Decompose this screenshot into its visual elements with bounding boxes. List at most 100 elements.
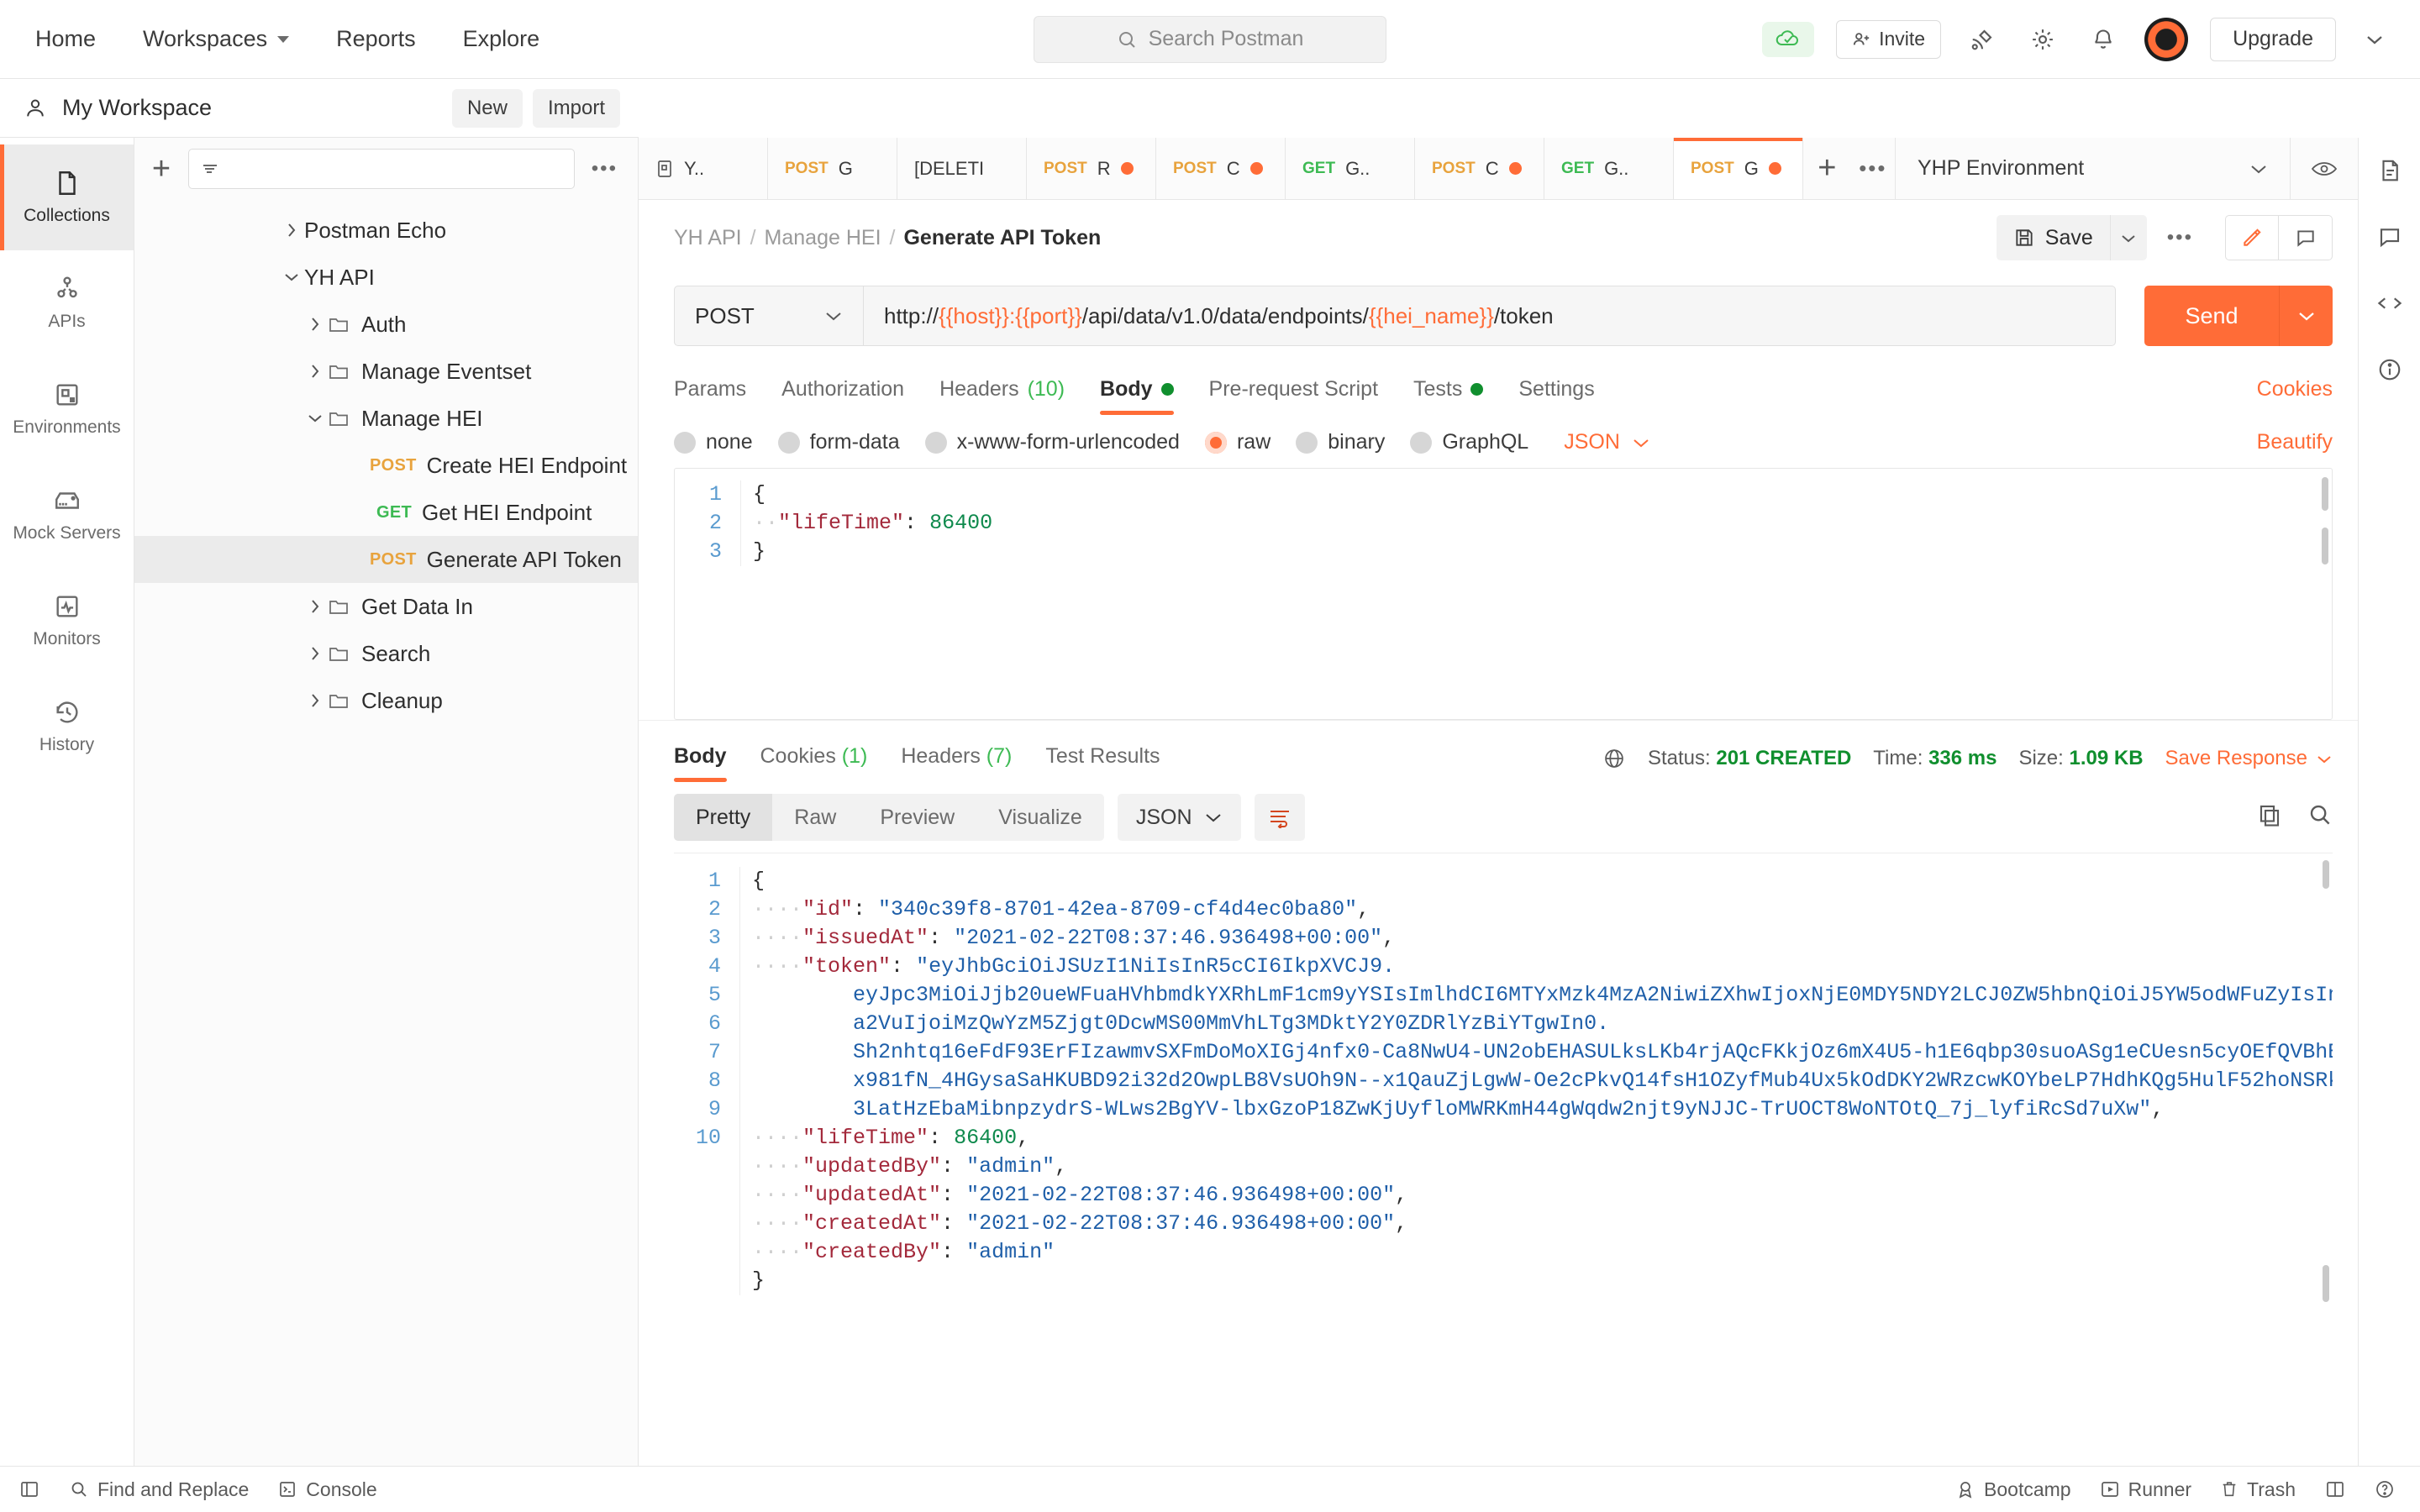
request-tab-0[interactable]: Y.. — [639, 138, 768, 199]
body-type-raw[interactable]: raw — [1204, 430, 1270, 454]
response-tab-headers[interactable]: Headers (7) — [901, 744, 1012, 782]
wrap-lines-button[interactable] — [1254, 794, 1305, 841]
sidebar-item-apis[interactable]: APIs — [0, 250, 134, 356]
request-tab-3[interactable]: POST R — [1027, 138, 1156, 199]
tab-params[interactable]: Params — [674, 377, 746, 415]
tree-row-postman-echo[interactable]: Postman Echo — [134, 207, 638, 254]
url-input[interactable]: http://{{host}}: {{port}}/api/data/v1.0/d… — [863, 286, 2116, 346]
tree-row-yh-api[interactable]: YH API — [134, 254, 638, 301]
new-button[interactable]: New — [451, 88, 523, 128]
body-type-binary[interactable]: binary — [1296, 430, 1385, 454]
response-tab-body[interactable]: Body — [674, 744, 727, 782]
help-button[interactable] — [2375, 1479, 2395, 1499]
tree-row-manage-eventset[interactable]: Manage Eventset — [134, 348, 638, 395]
tree-row-create-hei-endpoint[interactable]: POST Create HEI Endpoint — [134, 442, 638, 489]
cookies-link[interactable]: Cookies — [2257, 377, 2333, 415]
tree-row-search[interactable]: Search — [134, 630, 638, 677]
comments-button[interactable] — [2279, 215, 2333, 260]
tree-row-manage-hei[interactable]: Manage HEI — [134, 395, 638, 442]
view-mode-preview[interactable]: Preview — [858, 794, 976, 841]
edit-button[interactable] — [2225, 215, 2279, 260]
request-tab-5[interactable]: GET G.. — [1286, 138, 1415, 199]
sidebar-item-monitors[interactable]: Monitors — [0, 568, 134, 674]
save-response-button[interactable]: Save Response — [2165, 747, 2333, 770]
save-options-button[interactable] — [2109, 215, 2147, 260]
sidebar-toggle-button[interactable] — [18, 1479, 40, 1499]
request-tab-8[interactable]: POST G — [1674, 138, 1803, 199]
body-type-form-data[interactable]: form-data — [777, 430, 900, 454]
beautify-button[interactable]: Beautify — [2257, 430, 2333, 454]
save-button[interactable]: Save — [1996, 215, 2110, 260]
nav-item-explore[interactable]: Explore — [463, 26, 540, 52]
request-editor-scrollbar[interactable] — [2322, 477, 2328, 511]
view-mode-pretty[interactable]: Pretty — [674, 794, 773, 841]
request-more-button[interactable]: ••• — [2162, 226, 2198, 249]
response-tab-cookies[interactable]: Cookies (1) — [760, 744, 868, 782]
body-type-urlencoded[interactable]: x-www-form-urlencoded — [924, 430, 1180, 454]
user-avatar[interactable] — [2144, 17, 2189, 61]
collections-more-button[interactable]: ••• — [587, 157, 623, 181]
breadcrumb-part-1[interactable]: Manage HEI — [765, 226, 881, 250]
new-tab-button[interactable]: + — [1803, 138, 1851, 199]
tree-row-get-data-in[interactable]: Get Data In — [134, 583, 638, 630]
layout-toggle-button[interactable] — [2324, 1479, 2346, 1499]
request-tab-4[interactable]: POST C — [1156, 138, 1286, 199]
method-select[interactable]: POST — [674, 286, 863, 346]
satellite-button[interactable] — [1963, 20, 2002, 59]
sidebar-item-environments[interactable]: Environments — [0, 356, 134, 462]
environment-selector[interactable]: YHP Environment — [1895, 138, 2290, 199]
find-and-replace-button[interactable]: Find and Replace — [69, 1478, 249, 1501]
global-search-input[interactable]: Search Postman — [1034, 15, 1386, 63]
code-snippet-button[interactable] — [2376, 291, 2403, 322]
account-menu-button[interactable] — [2358, 18, 2391, 61]
tab-settings[interactable]: Settings — [1518, 377, 1594, 415]
body-type-none[interactable]: none — [674, 430, 753, 454]
request-code[interactable]: {··"lifeTime": 86400} — [740, 480, 2332, 566]
search-response-button[interactable] — [2307, 802, 2333, 833]
bootcamp-button[interactable]: Bootcamp — [1955, 1478, 2071, 1501]
import-button[interactable]: Import — [532, 88, 620, 128]
tab-headers[interactable]: Headers (10) — [939, 377, 1065, 415]
request-tab-1[interactable]: POST G — [768, 138, 897, 199]
documentation-button[interactable] — [2377, 158, 2402, 189]
sidebar-item-history[interactable]: History — [0, 674, 134, 780]
response-body-viewer[interactable]: 1 2 3 4 5 6 7 8 9 10 {····"id": "340c39f8-8701-42… — [674, 853, 2333, 1457]
response-format-select[interactable]: JSON — [1117, 794, 1241, 841]
view-mode-raw[interactable]: Raw — [772, 794, 858, 841]
environment-quick-look-button[interactable] — [2290, 138, 2358, 199]
response-tab-test-results[interactable]: Test Results — [1045, 744, 1160, 782]
request-body-editor[interactable]: 123 {··"lifeTime": 86400} — [674, 468, 2333, 720]
tree-row-auth[interactable]: Auth — [134, 301, 638, 348]
nav-item-home[interactable]: Home — [35, 26, 96, 52]
body-type-graphql[interactable]: GraphQL — [1410, 430, 1528, 454]
collections-filter-input[interactable] — [188, 149, 575, 189]
sidebar-item-mock-servers[interactable]: Mock Servers — [0, 462, 134, 568]
tree-row-get-hei-endpoint[interactable]: GET Get HEI Endpoint — [134, 489, 638, 536]
response-editor-scrollbar-thumb-top[interactable] — [2323, 860, 2329, 889]
upgrade-button[interactable]: Upgrade — [2210, 17, 2336, 61]
request-tab-7[interactable]: GET G.. — [1544, 138, 1674, 199]
breadcrumb-part-0[interactable]: YH API — [674, 226, 742, 250]
settings-button[interactable] — [2023, 20, 2062, 59]
response-code[interactable]: {····"id": "340c39f8-8701-42ea-8709-cf4d… — [739, 867, 2333, 1295]
workspace-name[interactable]: My Workspace — [62, 95, 212, 121]
tree-row-cleanup[interactable]: Cleanup — [134, 677, 638, 724]
info-button[interactable] — [2377, 357, 2402, 388]
response-editor-scrollbar-thumb-bottom[interactable] — [2323, 1265, 2329, 1302]
copy-button[interactable] — [2257, 802, 2282, 833]
view-mode-visualize[interactable]: Visualize — [976, 794, 1104, 841]
tab-body[interactable]: Body — [1100, 377, 1174, 415]
tab-pre-request-script[interactable]: Pre-request Script — [1209, 377, 1378, 415]
trash-button[interactable]: Trash — [2220, 1478, 2296, 1501]
nav-item-workspaces[interactable]: Workspaces — [143, 26, 290, 52]
sidebar-item-collections[interactable]: Collections — [0, 144, 134, 250]
send-options-button[interactable] — [2279, 286, 2333, 346]
tab-tests[interactable]: Tests — [1413, 377, 1484, 415]
nav-item-reports[interactable]: Reports — [336, 26, 416, 52]
cloud-sync-status[interactable] — [1762, 21, 1815, 57]
console-button[interactable]: Console — [277, 1478, 377, 1501]
request-editor-scrollbar-thumb[interactable] — [2322, 528, 2328, 564]
body-format-select[interactable]: JSON — [1564, 430, 1650, 454]
tab-overflow-button[interactable]: ••• — [1851, 138, 1895, 199]
notifications-button[interactable] — [2084, 20, 2123, 59]
